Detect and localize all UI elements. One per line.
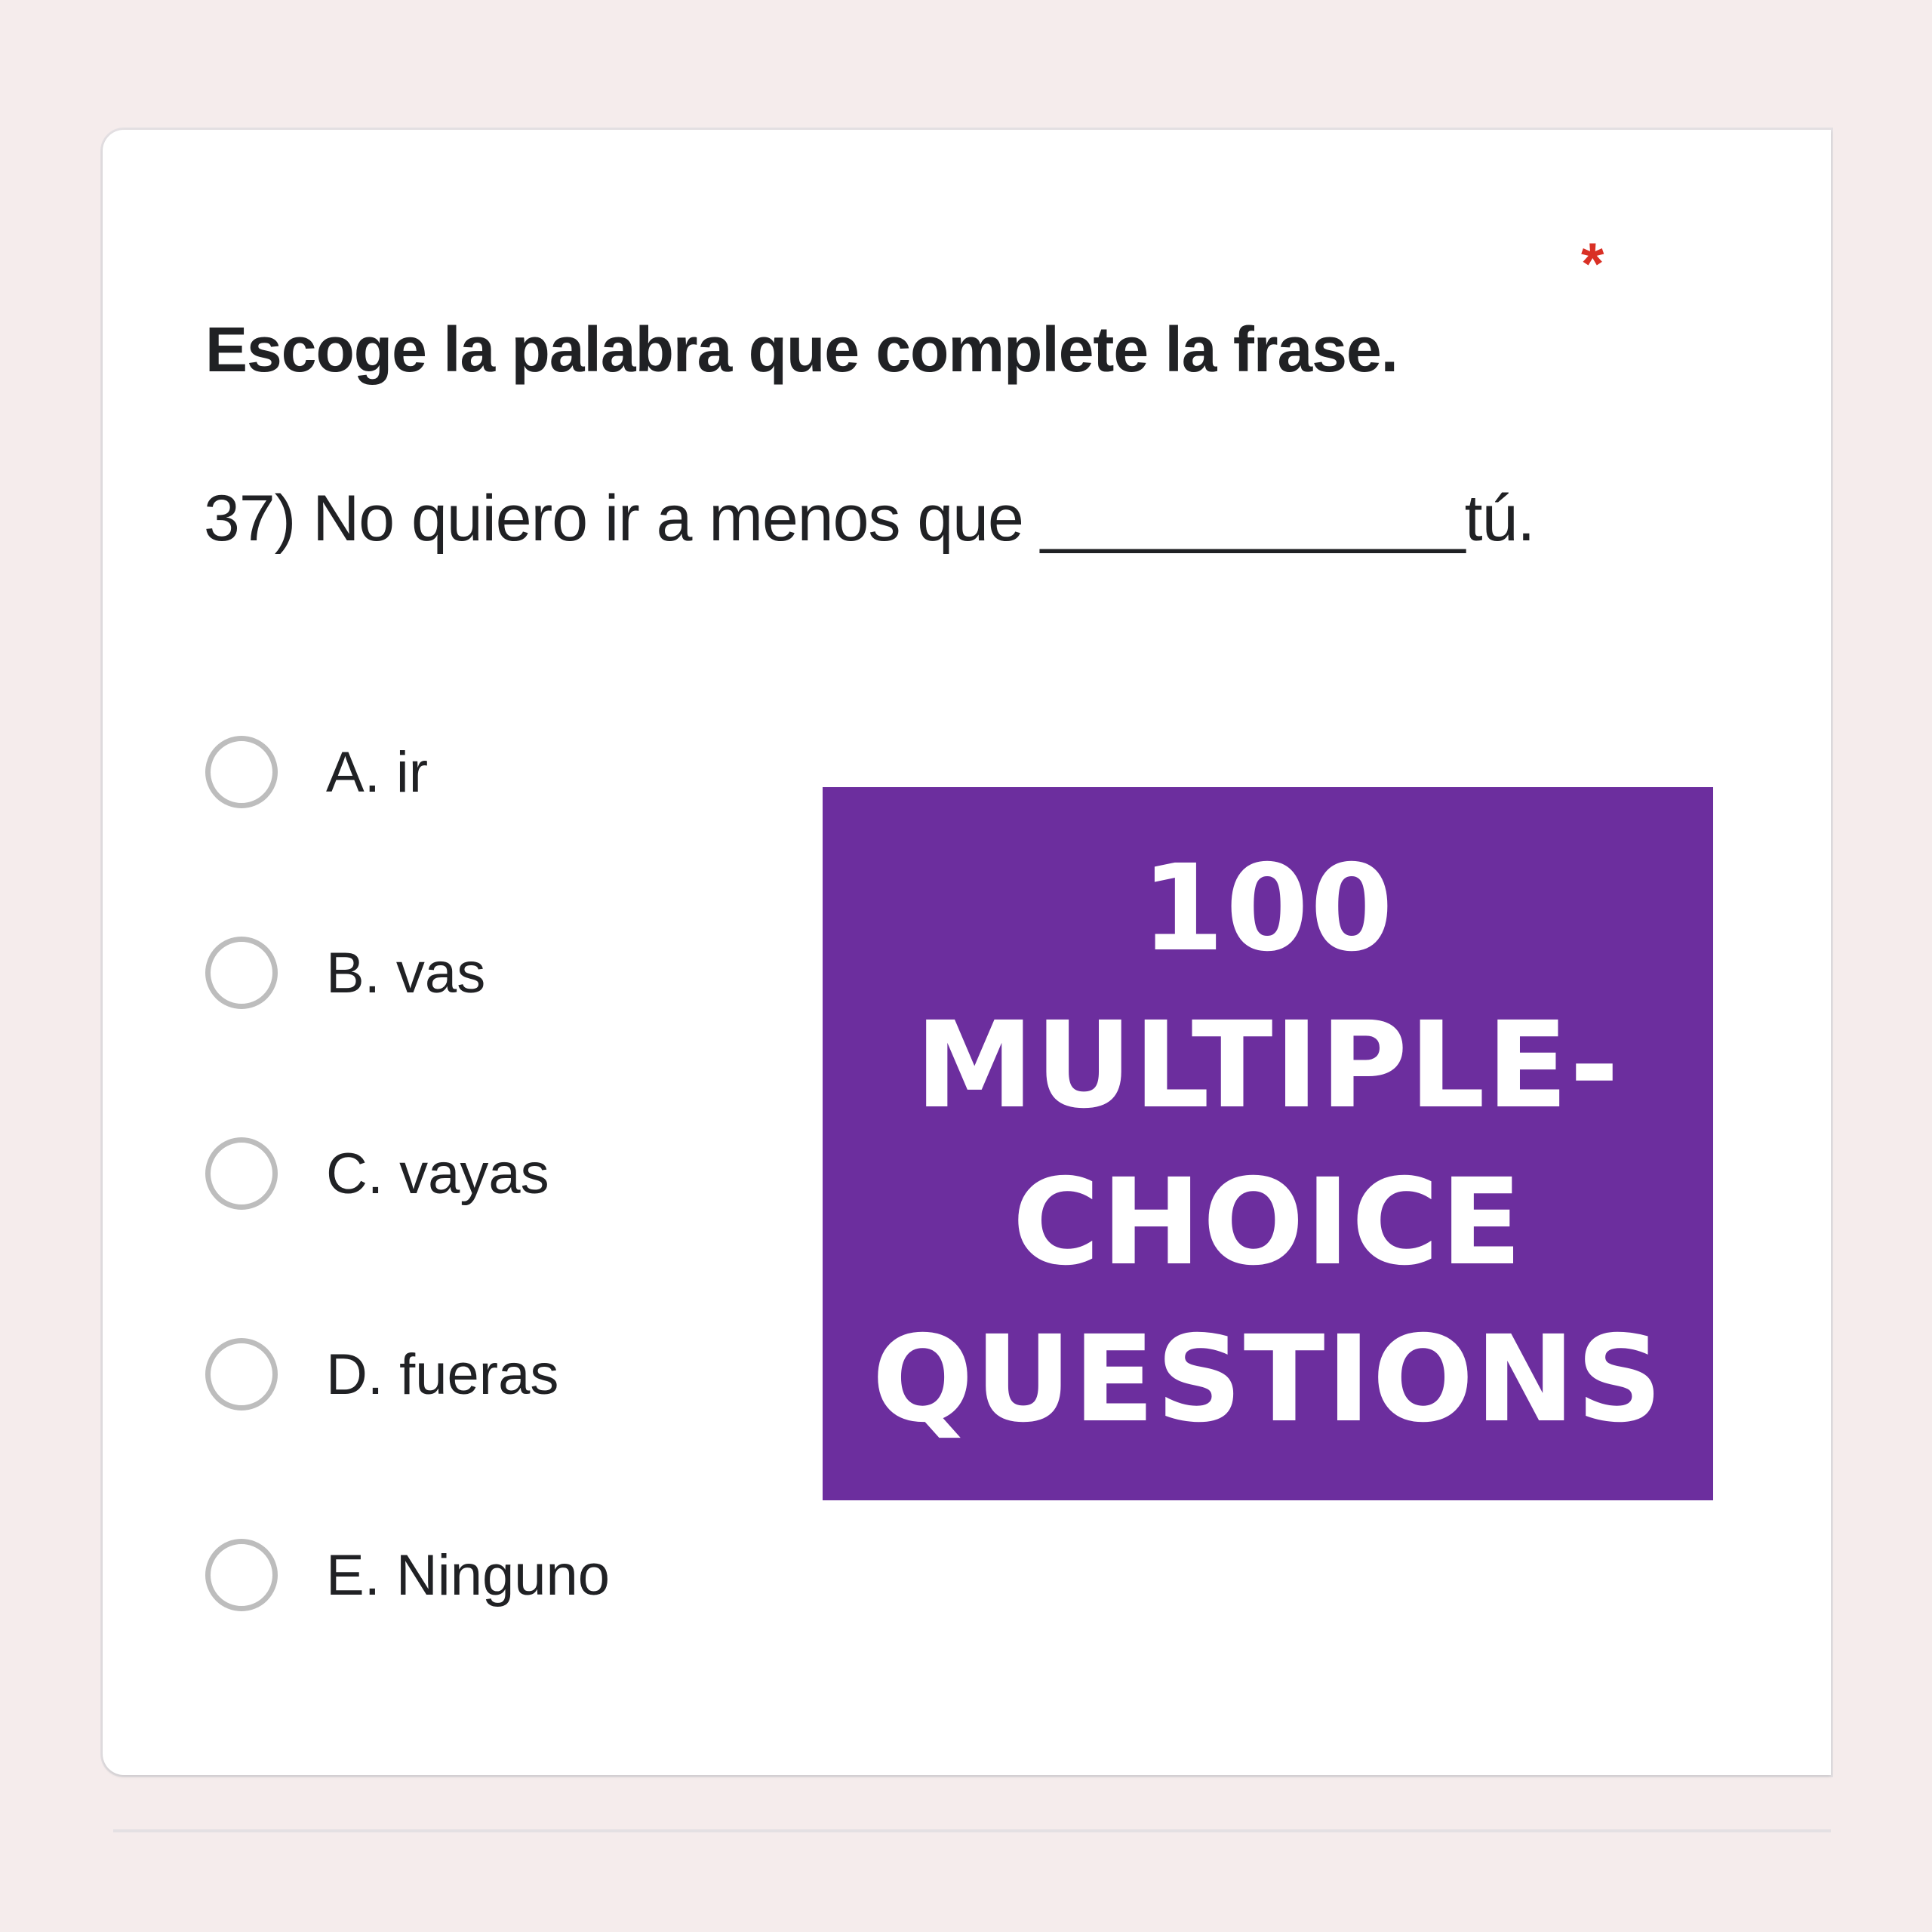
promo-banner: 100 MULTIPLE- CHOICE QUESTIONS [823, 787, 1713, 1500]
promo-line-questions: QUESTIONS [872, 1309, 1664, 1449]
option-e[interactable]: E. Ninguno [205, 1534, 610, 1617]
promo-line-multiple: MULTIPLE- [915, 995, 1621, 1135]
promo-line-choice: CHOICE [1012, 1152, 1524, 1292]
required-marker: * [1581, 230, 1604, 297]
next-card-edge [113, 1829, 1831, 1832]
option-label: B. vas [326, 940, 486, 1005]
option-label: A. ir [326, 740, 429, 804]
option-a[interactable]: A. ir [205, 731, 428, 814]
question-text: 37) No quiero ir a menos que ___________… [204, 482, 1535, 555]
option-d[interactable]: D. fueras [205, 1333, 558, 1416]
radio-button-d[interactable] [205, 1338, 278, 1411]
option-c[interactable]: C. vayas [205, 1132, 549, 1215]
option-label: D. fueras [326, 1342, 559, 1407]
radio-button-c[interactable] [205, 1137, 278, 1210]
promo-line-count: 100 [1141, 838, 1395, 978]
option-b[interactable]: B. vas [205, 931, 485, 1014]
option-label: E. Ninguno [326, 1543, 611, 1607]
radio-button-a[interactable] [205, 736, 278, 808]
option-label: C. vayas [326, 1141, 549, 1206]
question-instruction: Escoge la palabra que complete la frase. [205, 314, 1398, 385]
radio-button-b[interactable] [205, 937, 278, 1009]
radio-button-e[interactable] [205, 1539, 278, 1611]
